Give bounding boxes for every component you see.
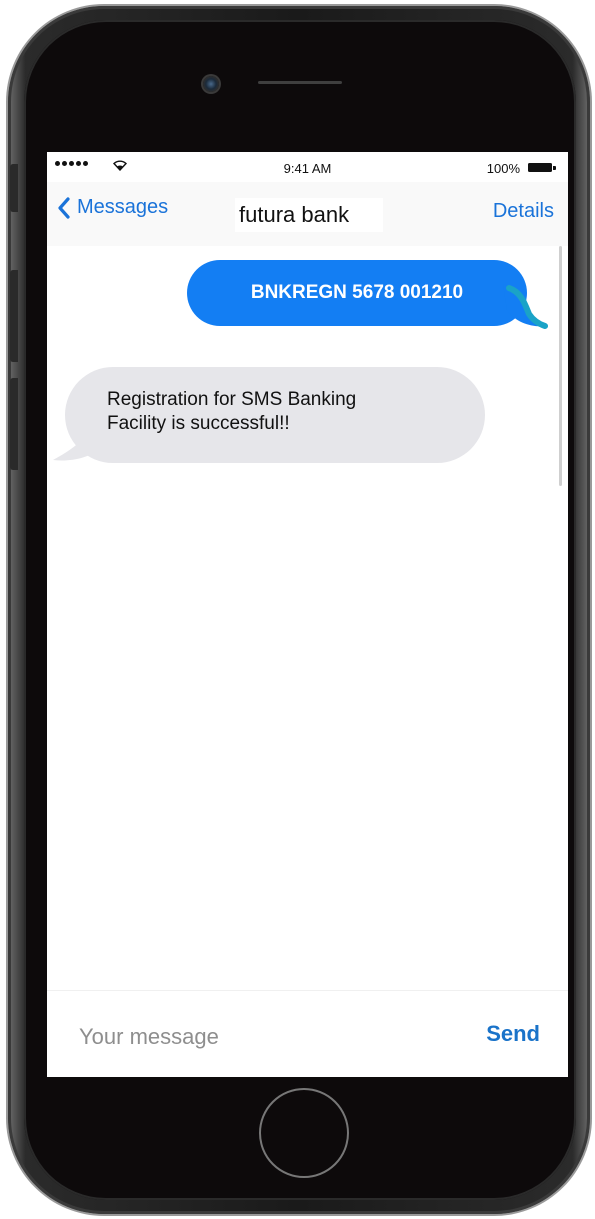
volume-down-button — [10, 378, 18, 470]
compose-bar: Send — [47, 990, 568, 1077]
back-button[interactable]: Messages — [57, 196, 168, 219]
status-bar: 9:41 AM 100% — [47, 152, 568, 182]
mute-switch — [10, 164, 18, 212]
home-button[interactable] — [259, 1088, 349, 1178]
earpiece-speaker — [258, 81, 342, 84]
incoming-message-bubble: Registration for SMS Banking Facility is… — [65, 367, 485, 463]
battery-icon — [528, 163, 556, 172]
battery-percent: 100% — [486, 161, 520, 176]
message-input[interactable] — [77, 1019, 421, 1055]
scrollbar[interactable] — [559, 246, 562, 486]
chevron-left-icon — [58, 196, 70, 219]
incoming-message-line: Facility is successful!! — [107, 413, 290, 434]
details-button[interactable]: Details — [493, 200, 554, 223]
front-camera-icon — [203, 76, 219, 92]
outgoing-bubble-tail — [503, 284, 548, 329]
send-button[interactable]: Send — [486, 1021, 540, 1047]
navigation-bar: Messages futura bank Details — [47, 182, 568, 246]
phone-screen: 9:41 AM 100% Messages futura bank Detail… — [47, 152, 568, 1077]
phone-mockup: 9:41 AM 100% Messages futura bank Detail… — [0, 0, 595, 1219]
incoming-message-line: Registration for SMS Banking — [107, 389, 357, 410]
volume-up-button — [10, 270, 18, 362]
contact-name: futura bank — [235, 198, 383, 232]
outgoing-message-bubble: BNKREGN 5678 001210 — [187, 260, 527, 326]
back-button-label: Messages — [77, 196, 169, 218]
